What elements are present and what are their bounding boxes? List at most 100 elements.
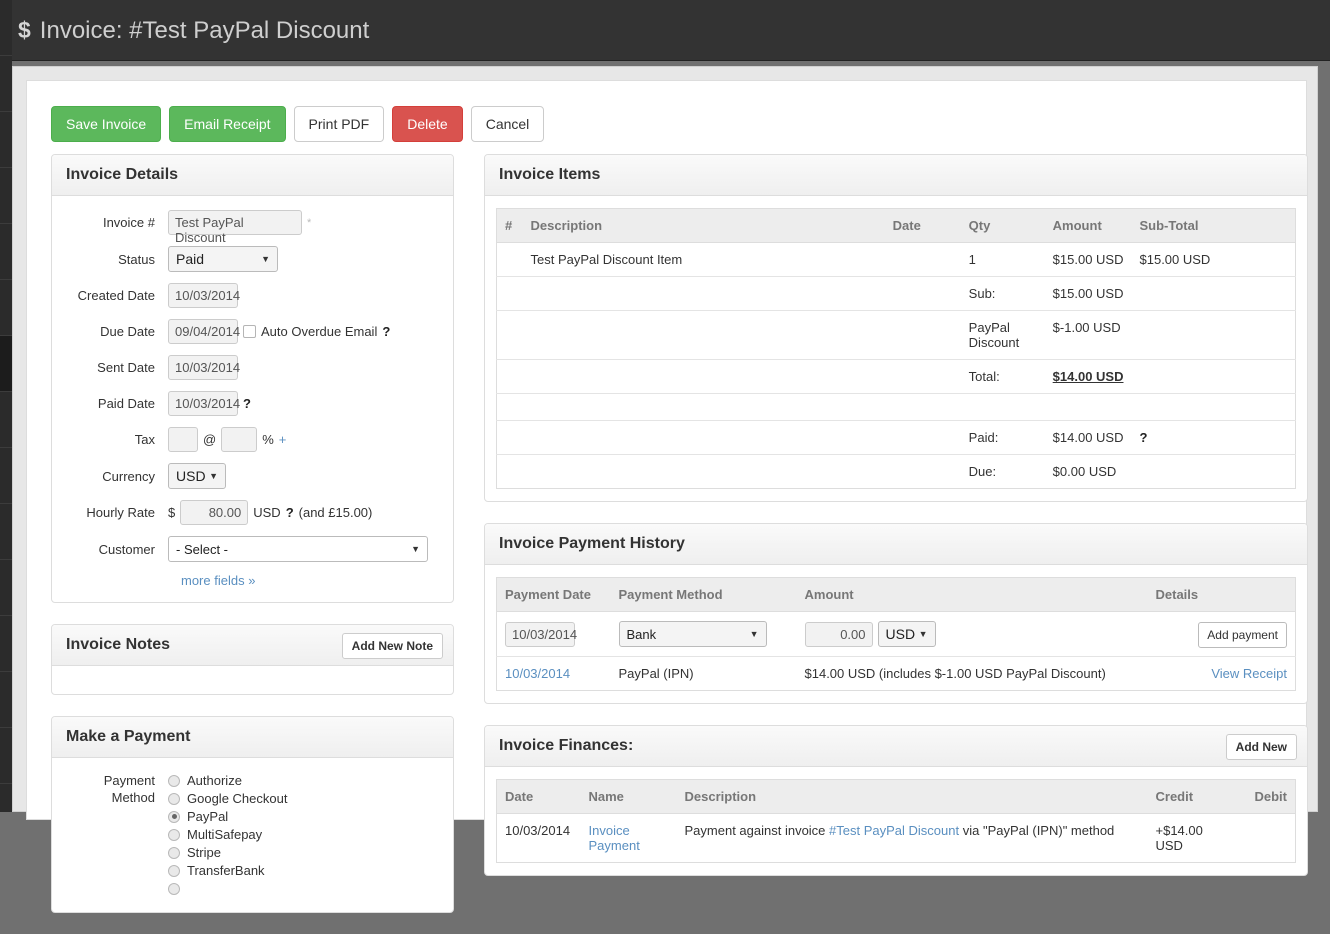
- payment-method-option-partial[interactable]: [168, 880, 441, 897]
- new-payment-currency-select[interactable]: USD ▼: [877, 621, 936, 647]
- add-tax-icon[interactable]: +: [279, 432, 287, 447]
- status-value: Paid: [176, 251, 205, 267]
- field-row-created-date: Created Date 10/03/2014: [64, 283, 441, 308]
- column-header-credit: Credit: [1147, 779, 1240, 814]
- help-icon[interactable]: ?: [243, 396, 251, 411]
- add-new-finance-button[interactable]: Add New: [1225, 734, 1297, 760]
- cell-discount-label: PayPal Discount: [960, 310, 1045, 360]
- sidebar-rail-segment[interactable]: [0, 224, 12, 280]
- radio-icon[interactable]: [168, 774, 180, 787]
- invoice-reference-link[interactable]: #Test PayPal Discount: [829, 823, 959, 838]
- sidebar-rail-segment[interactable]: [0, 56, 12, 112]
- payment-method-option[interactable]: TransferBank: [168, 862, 441, 879]
- sidebar-rail-segment[interactable]: [0, 616, 12, 672]
- save-invoice-button[interactable]: Save Invoice: [51, 106, 162, 142]
- cell-finance-date: 10/03/2014: [505, 823, 571, 838]
- payment-method-option[interactable]: Google Checkout: [168, 790, 441, 807]
- table-row-paid: Paid: $14.00 USD ?: [496, 420, 1296, 455]
- sidebar-rail-segment[interactable]: [0, 504, 12, 560]
- sidebar-rail-segment[interactable]: [0, 392, 12, 448]
- invoice-number-input[interactable]: Test PayPal Discount: [168, 210, 302, 245]
- cell-total-amount: $14.00 USD: [1044, 359, 1132, 394]
- new-payment-method-value: Bank: [626, 626, 657, 642]
- tax-percent-input[interactable]: [221, 427, 258, 452]
- print-pdf-button[interactable]: Print PDF: [293, 106, 385, 142]
- email-receipt-button[interactable]: Email Receipt: [169, 106, 286, 142]
- new-payment-date-input[interactable]: 10/03/2014: [505, 621, 577, 647]
- cancel-button[interactable]: Cancel: [470, 106, 545, 142]
- hourly-rate-label: Hourly Rate: [86, 505, 155, 520]
- column-header-date: Date: [884, 208, 961, 243]
- add-new-note-button[interactable]: Add New Note: [341, 633, 443, 659]
- due-date-input[interactable]: 09/04/2014: [168, 319, 240, 344]
- collapsed-sidebar-rail[interactable]: [0, 0, 12, 812]
- column-header-num: #: [496, 208, 523, 243]
- sidebar-rail-segment-active[interactable]: [0, 336, 12, 392]
- payment-entry-form-row: 10/03/2014 Bank ▼ 0.00 USD ▼ Add payment: [496, 611, 1296, 657]
- payment-method-option[interactable]: Stripe: [168, 844, 441, 861]
- payment-date-link[interactable]: 10/03/2014: [505, 666, 570, 681]
- radio-icon[interactable]: [168, 864, 180, 877]
- radio-icon[interactable]: [168, 792, 180, 805]
- cell-finance-name: Invoice Payment: [581, 814, 677, 863]
- column-header-details: Details: [1147, 577, 1296, 612]
- invoice-payment-link[interactable]: Invoice Payment: [589, 823, 640, 853]
- cell-subtotal: $15.00 USD: [1131, 242, 1296, 277]
- cell-due-label: Due:: [968, 464, 997, 479]
- column-header-date: Date: [496, 779, 581, 814]
- auto-overdue-email-checkbox[interactable]: [243, 325, 256, 338]
- invoice-finances-header: Invoice Finances: Add New: [485, 726, 1307, 767]
- new-payment-currency-value: USD: [885, 626, 916, 642]
- radio-icon[interactable]: [168, 828, 180, 841]
- customer-value: - Select -: [176, 541, 229, 557]
- help-icon[interactable]: ?: [1140, 430, 1148, 445]
- payment-method-option[interactable]: Authorize: [168, 772, 441, 789]
- created-date-label: Created Date: [77, 288, 155, 303]
- sidebar-rail-segment[interactable]: [0, 280, 12, 336]
- new-payment-amount-input[interactable]: 0.00: [804, 621, 873, 647]
- payment-method-option[interactable]: MultiSafepay: [168, 826, 441, 843]
- make-a-payment-panel: Make a Payment Payment Method Authorize: [51, 716, 454, 913]
- field-row-currency: Currency USD ▼: [64, 463, 441, 489]
- status-select[interactable]: Paid ▼: [168, 246, 278, 272]
- sidebar-rail-segment[interactable]: [0, 672, 12, 728]
- invoice-notes-header: Invoice Notes Add New Note: [52, 625, 453, 666]
- customer-select[interactable]: - Select - ▼: [168, 536, 428, 562]
- cell-due-amount: $0.00 USD: [1052, 464, 1117, 479]
- cell-description: Test PayPal Discount Item: [522, 242, 885, 277]
- column-header-description: Description: [676, 779, 1148, 814]
- invoice-notes-title: Invoice Notes: [66, 636, 171, 653]
- cell-finance-debit: [1240, 814, 1296, 863]
- created-date-input[interactable]: 10/03/2014: [168, 283, 240, 308]
- help-icon[interactable]: ?: [286, 505, 294, 520]
- cell-add-payment: Add payment: [1147, 611, 1296, 657]
- view-receipt-link[interactable]: View Receipt: [1211, 666, 1287, 681]
- radio-icon-selected[interactable]: [168, 810, 180, 823]
- chevron-down-icon: ▼: [749, 629, 759, 639]
- due-date-label: Due Date: [100, 324, 155, 339]
- sidebar-rail-segment[interactable]: [0, 728, 12, 784]
- delete-button[interactable]: Delete: [392, 106, 463, 142]
- more-fields-link[interactable]: more fields »: [181, 573, 255, 588]
- sidebar-rail-segment[interactable]: [0, 168, 12, 224]
- column-header-description: Description: [522, 208, 885, 243]
- tax-amount-input[interactable]: [168, 427, 198, 452]
- hourly-rate-input[interactable]: 80.00: [180, 500, 249, 525]
- help-icon[interactable]: ?: [382, 324, 390, 339]
- sidebar-rail-segment[interactable]: [0, 448, 12, 504]
- payment-method-option[interactable]: PayPal: [168, 808, 441, 825]
- column-header-debit: Debit: [1239, 779, 1296, 814]
- new-payment-method-select[interactable]: Bank ▼: [618, 621, 767, 647]
- radio-icon[interactable]: [168, 846, 180, 859]
- sidebar-rail-segment[interactable]: [0, 0, 12, 56]
- sidebar-rail-segment[interactable]: [0, 112, 12, 168]
- sidebar-rail-segment[interactable]: [0, 560, 12, 616]
- paid-date-input[interactable]: 10/03/2014: [168, 391, 240, 416]
- right-column: Invoice Items # Description Date Qty Amo…: [484, 154, 1308, 897]
- sent-date-input[interactable]: 10/03/2014: [168, 355, 240, 380]
- add-payment-button[interactable]: Add payment: [1198, 621, 1287, 648]
- currency-select[interactable]: USD ▼: [168, 463, 226, 489]
- radio-icon[interactable]: [168, 882, 180, 895]
- table-row-spacer: [496, 393, 1296, 421]
- left-column: Invoice Details Invoice # Test PayPal Di…: [51, 154, 454, 934]
